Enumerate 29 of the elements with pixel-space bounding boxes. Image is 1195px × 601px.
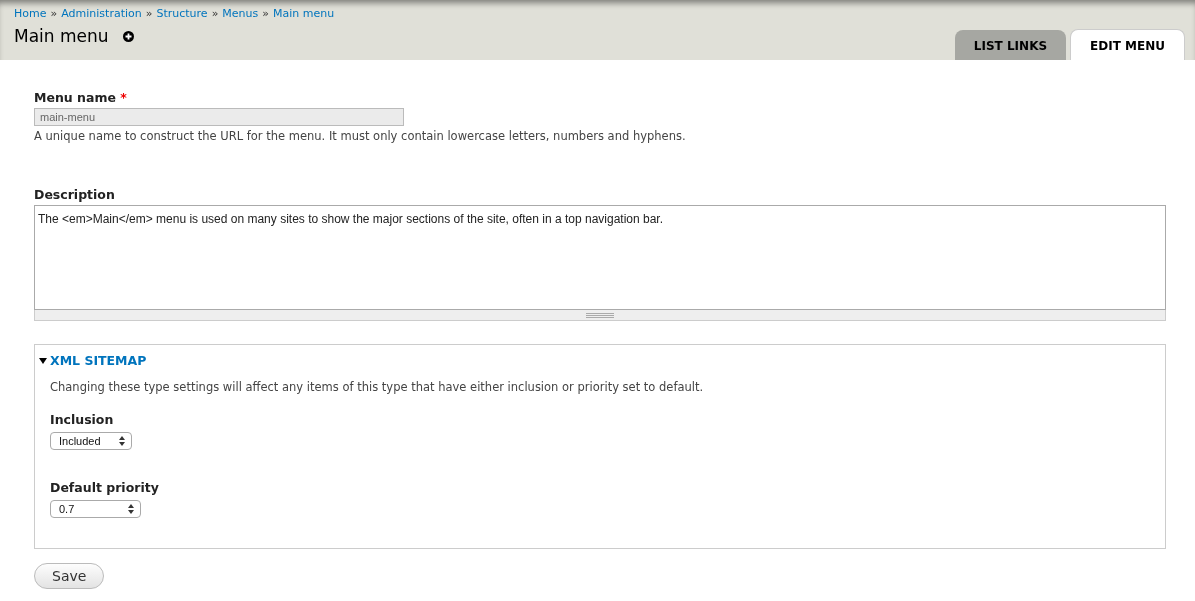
add-shortcut-icon[interactable] [122, 30, 134, 42]
save-button[interactable]: Save [34, 563, 105, 589]
description-field[interactable]: The <em>Main</em> menu is used on many sites to show the major sections of the site, often in a top navigation bar. [34, 205, 1166, 310]
select-arrows-icon [118, 436, 125, 446]
breadcrumb-separator: » [145, 7, 153, 20]
fieldset-toggle-link[interactable]: XML SITEMAP [50, 353, 147, 368]
breadcrumb-link[interactable]: Structure [156, 7, 208, 20]
field-label: Default priority [50, 480, 160, 495]
required-mark: * [120, 90, 127, 105]
caret-down-icon[interactable] [39, 357, 47, 364]
tab[interactable]: LIST LINKS [954, 30, 1067, 60]
help-text: Changing these type settings will affect any items of this type that have either inclusion or priority set to default. [50, 380, 705, 394]
field-label: Menu name [34, 90, 116, 105]
breadcrumb-separator: » [50, 7, 58, 20]
breadcrumb-separator: » [211, 7, 219, 20]
tab[interactable]: EDIT MENU [1070, 29, 1185, 60]
breadcrumb-separator: » [262, 7, 270, 20]
breadcrumb-link[interactable]: Menus [222, 7, 259, 20]
field-label: Inclusion [50, 412, 115, 427]
resize-handle-icon[interactable] [586, 312, 614, 318]
field-label: Description [34, 187, 116, 202]
select-dropdown[interactable]: Included [50, 432, 132, 450]
select-dropdown[interactable]: 0.7 [50, 500, 141, 518]
select-arrows-icon [128, 504, 134, 514]
breadcrumb-link[interactable]: Home [14, 7, 47, 20]
breadcrumb-link[interactable]: Main menu [273, 7, 335, 20]
breadcrumb-link[interactable]: Administration [61, 7, 142, 20]
page-title: Main menu [14, 26, 109, 46]
help-text: A unique name to construct the URL for the menu. It must only contain lowercase letters, numbers and hyphens. [34, 129, 687, 143]
